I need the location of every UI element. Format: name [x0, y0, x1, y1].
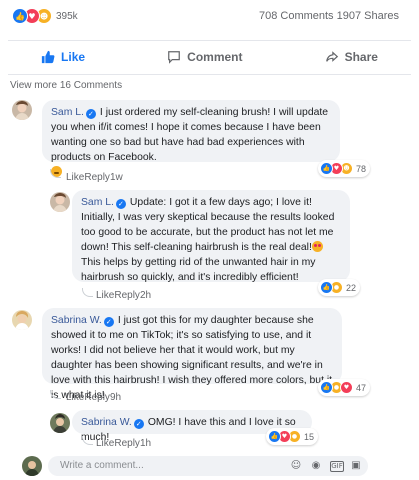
- comment-like-link[interactable]: Like: [66, 172, 84, 183]
- comment-time[interactable]: 2h: [140, 290, 151, 301]
- comment-reply-link[interactable]: Reply: [84, 392, 110, 403]
- comment-reactions[interactable]: 👍 ● ♥ 47: [318, 379, 371, 396]
- like-icon: 👍: [12, 8, 28, 24]
- comment-reactions[interactable]: 👍 ♥ ● 15: [266, 428, 319, 445]
- comment-bubble: Sabrina W. ✓ I just got this for my daught…: [42, 308, 342, 401]
- reaction-summary[interactable]: 👍 ♥ ☻ 395k: [12, 8, 78, 24]
- comment-time[interactable]: 1h: [140, 438, 151, 449]
- view-more-comments[interactable]: View more 16 Comments: [10, 80, 122, 91]
- avatar[interactable]: [12, 100, 32, 120]
- divider: [8, 74, 411, 75]
- comment-actions: LikeReply9h: [66, 392, 121, 403]
- comment-like-link[interactable]: Like: [66, 392, 84, 403]
- thumbs-up-icon: [41, 50, 55, 64]
- comment-composer[interactable]: Write a comment... ☺ ◉ GIF ▣: [48, 456, 368, 476]
- comment-author[interactable]: Sabrina W.: [81, 417, 132, 428]
- like-icon: 👍: [320, 381, 333, 394]
- love-icon: ♥: [340, 381, 353, 394]
- comment-actions: LikeReply1w: [66, 172, 123, 183]
- comment-button[interactable]: Comment: [167, 50, 243, 64]
- comment-bubble: Sam L. ✓ I just ordered my self-cleaning b…: [42, 100, 340, 177]
- comment-author[interactable]: Sabrina W.: [51, 315, 102, 326]
- comment-like-link[interactable]: Like: [96, 438, 114, 449]
- thread-line: [82, 288, 93, 297]
- avatar[interactable]: [12, 310, 32, 330]
- emoji-icon[interactable]: ☺: [290, 460, 302, 472]
- verified-icon: ✓: [133, 419, 144, 429]
- comment-text: I just got this for my daughter because …: [51, 315, 333, 401]
- comment-time[interactable]: 9h: [110, 392, 121, 403]
- post-actions: Like Comment Share: [0, 44, 419, 70]
- heart-eyes-emoji-icon: [311, 241, 323, 252]
- avatar[interactable]: [50, 192, 70, 212]
- comment-author[interactable]: Sam L.: [51, 107, 84, 118]
- comment-icon: [168, 51, 181, 64]
- verified-icon: ✓: [85, 109, 96, 119]
- reaction-count: 395k: [56, 10, 78, 22]
- comment-reply-link[interactable]: Reply: [114, 438, 140, 449]
- gif-icon[interactable]: GIF: [330, 461, 344, 472]
- comment-actions: LikeReply1h: [96, 438, 151, 449]
- verified-icon: ✓: [115, 199, 126, 209]
- like-icon: 👍: [268, 430, 281, 443]
- avatar[interactable]: [50, 413, 70, 433]
- comment-author[interactable]: Sam L.: [81, 197, 114, 208]
- share-button[interactable]: Share: [325, 50, 378, 64]
- comment-reactions[interactable]: 👍 ♥ ☻ 78: [318, 160, 371, 177]
- like-button[interactable]: Like: [41, 50, 85, 64]
- comment-reactions[interactable]: 👍 ● 22: [318, 279, 361, 296]
- comment-like-link[interactable]: Like: [96, 290, 114, 301]
- comment-input[interactable]: Write a comment...: [60, 460, 144, 471]
- comment-reply-link[interactable]: Reply: [84, 172, 110, 183]
- comment-actions: LikeReply2h: [96, 290, 151, 301]
- sticker-icon[interactable]: ▣: [350, 460, 362, 472]
- comment-text-continued: This helps by getting rid of the unwante…: [81, 257, 316, 283]
- divider: [8, 40, 411, 41]
- comment-time[interactable]: 1w: [110, 172, 123, 183]
- verified-icon: ✓: [103, 317, 114, 327]
- share-icon: [325, 51, 338, 62]
- comments-shares-count[interactable]: 708 Comments 1907 Shares: [259, 10, 399, 22]
- comment-reply-link[interactable]: Reply: [114, 290, 140, 301]
- like-icon: 👍: [320, 162, 333, 175]
- like-icon: 👍: [320, 281, 333, 294]
- comment-bubble: Sam L. ✓ Update: I got it a few days ago; …: [72, 190, 350, 283]
- avatar[interactable]: [22, 456, 42, 476]
- camera-icon[interactable]: ◉: [310, 460, 322, 472]
